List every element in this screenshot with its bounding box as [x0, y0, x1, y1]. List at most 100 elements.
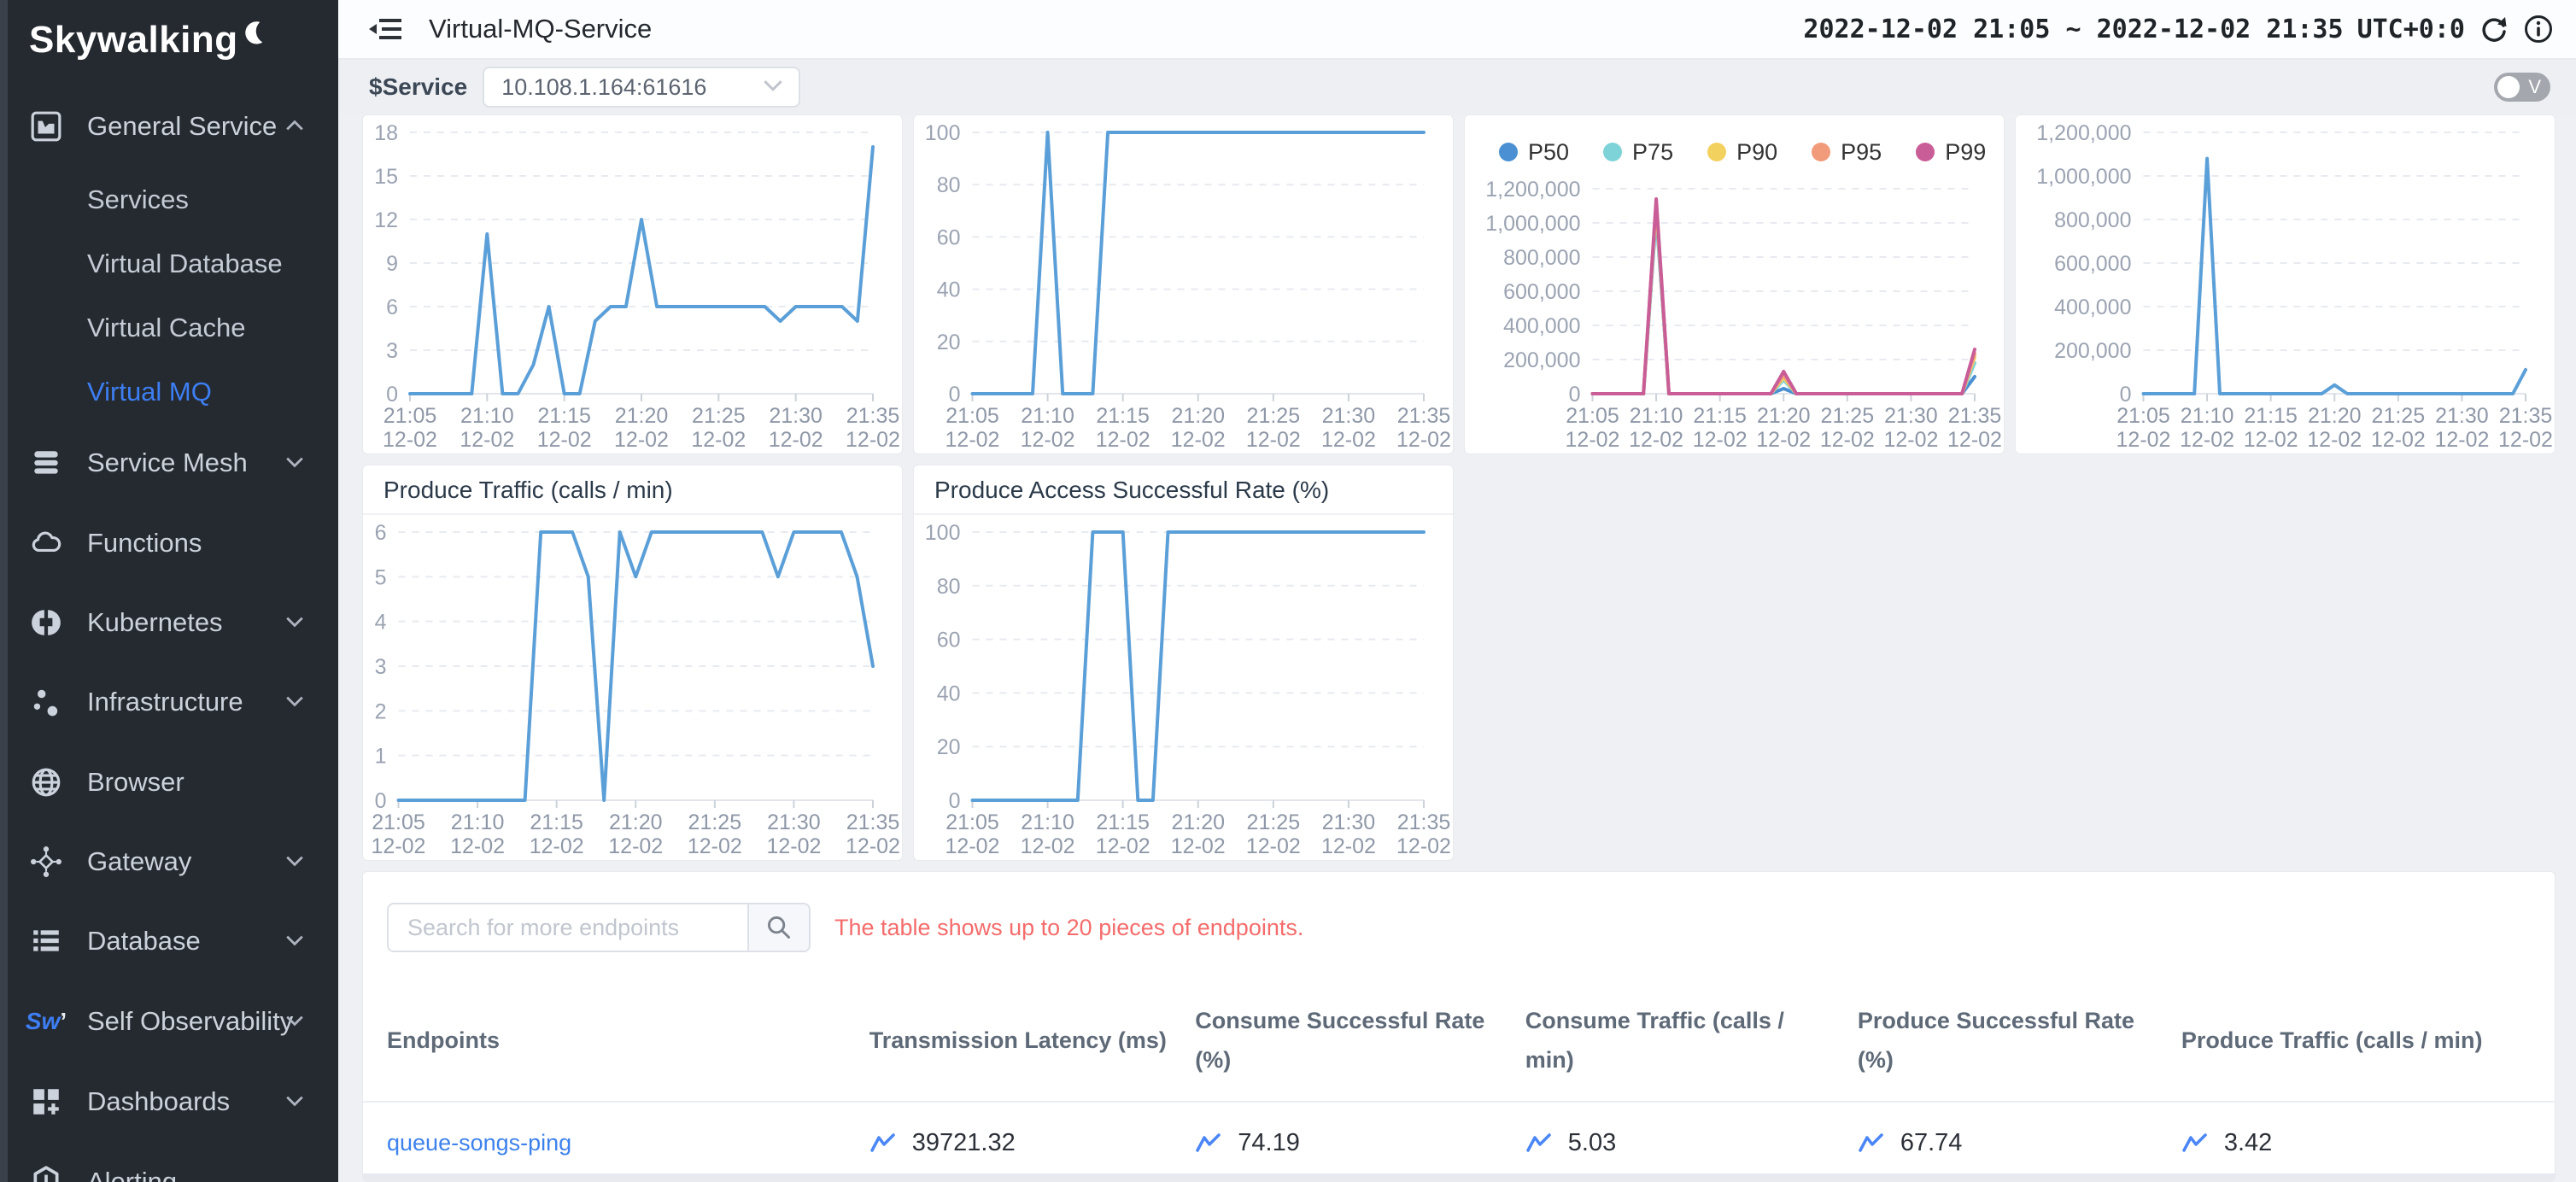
sidebar-item-alerting[interactable]: Alerting: [0, 1160, 338, 1182]
chevron-down-icon: [285, 616, 304, 632]
svg-text:21:30: 21:30: [2435, 404, 2489, 428]
svg-text:200,000: 200,000: [2054, 339, 2131, 363]
svg-text:21:35: 21:35: [1948, 404, 2002, 428]
sidebar-item-label: Self Observability: [87, 1006, 293, 1037]
page-title: Virtual-MQ-Service: [429, 14, 652, 44]
logo-text: Skywalking: [29, 19, 238, 61]
sidebar-item-self-observability[interactable]: Sw’ Self Observability: [0, 999, 338, 1044]
menu-fold-icon[interactable]: [369, 14, 403, 44]
svg-text:20: 20: [937, 735, 961, 759]
svg-text:21:25: 21:25: [1821, 404, 1875, 428]
svg-text:21:20: 21:20: [1171, 404, 1225, 428]
svg-text:12-02: 12-02: [1883, 428, 1938, 452]
time-range[interactable]: 2022-12-02 21:05 ~ 2022-12-02 21:35: [1803, 15, 2343, 44]
skywalking-logo: Skywalking: [29, 19, 266, 61]
sidebar-item-virtual-database[interactable]: Virtual Database: [0, 242, 338, 286]
line-chart[interactable]: 0200,000400,000600,000800,0001,000,0001,…: [1465, 172, 2004, 453]
svg-text:12-02: 12-02: [2116, 428, 2171, 452]
top-header: Virtual-MQ-Service 2022-12-02 21:05 ~ 20…: [338, 0, 2576, 60]
line-chart[interactable]: 0200,000400,000600,000800,0001,000,0001,…: [2016, 115, 2555, 453]
svg-text:21:05: 21:05: [383, 404, 437, 428]
svg-text:80: 80: [937, 173, 961, 197]
sidebar-item-infrastructure[interactable]: Infrastructure: [0, 680, 338, 724]
legend-item-p50[interactable]: P50: [1499, 139, 1569, 166]
gateway-network-icon: [29, 845, 63, 879]
svg-text:12-02: 12-02: [530, 834, 584, 858]
service-select[interactable]: 10.108.1.164:61616: [483, 67, 800, 108]
sidebar-item-gateway[interactable]: Gateway: [0, 840, 338, 884]
svg-text:21:15: 21:15: [2244, 404, 2298, 428]
svg-text:20: 20: [937, 331, 961, 354]
sidebar-item-kubernetes[interactable]: Kubernetes: [0, 600, 338, 645]
svg-text:12-02: 12-02: [1171, 428, 1226, 452]
line-chart[interactable]: 02040608010021:0512-0221:1012-0221:1512-…: [914, 115, 1453, 453]
legend-item-p90[interactable]: P90: [1707, 139, 1777, 166]
svg-text:12-02: 12-02: [846, 834, 900, 858]
sidebar-item-label: Virtual Cache: [87, 313, 246, 343]
sidebar: Skywalking General Service Services Virt…: [0, 0, 338, 1182]
svg-text:0: 0: [949, 789, 961, 813]
sidebar-item-functions[interactable]: Functions: [0, 521, 338, 565]
sidebar-item-label: Infrastructure: [87, 687, 243, 717]
svg-text:18: 18: [374, 121, 398, 145]
svg-text:400,000: 400,000: [1503, 314, 1580, 338]
sidebar-item-virtual-mq[interactable]: Virtual MQ: [0, 370, 338, 414]
line-chart[interactable]: 036912151821:0512-0221:1012-0221:1512-02…: [363, 115, 902, 453]
grid-plus-icon: [29, 1085, 63, 1119]
legend-dot: [1916, 143, 1935, 161]
svg-text:21:20: 21:20: [1171, 810, 1225, 834]
horizontal-scrollbar[interactable]: [363, 1173, 2555, 1181]
chevron-down-icon: [763, 79, 783, 97]
legend-item-p75[interactable]: P75: [1603, 139, 1673, 166]
view-toggle[interactable]: V: [2494, 73, 2550, 102]
legend-item-p99[interactable]: P99: [1916, 139, 1986, 166]
endpoint-link[interactable]: queue-songs-ping: [387, 1130, 869, 1156]
sidebar-item-label: Virtual Database: [87, 249, 283, 279]
svg-text:2: 2: [375, 699, 387, 723]
refresh-icon[interactable]: [2479, 14, 2509, 44]
endpoint-search-input[interactable]: [387, 903, 747, 952]
svg-text:21:15: 21:15: [1096, 404, 1150, 428]
svg-text:12-02: 12-02: [608, 834, 663, 858]
svg-text:12-02: 12-02: [383, 428, 437, 452]
sidebar-item-services[interactable]: Services: [0, 178, 338, 222]
svg-text:1,000,000: 1,000,000: [2036, 165, 2131, 189]
service-variable-label: $Service: [369, 73, 467, 101]
metric-cell: 39721.32: [869, 1129, 1196, 1157]
svg-text:21:30: 21:30: [1322, 810, 1376, 834]
line-chart[interactable]: 02040608010021:0512-0221:1012-0221:1512-…: [914, 515, 1453, 860]
svg-text:12-02: 12-02: [460, 428, 514, 452]
sidebar-item-dashboards[interactable]: Dashboards: [0, 1080, 338, 1124]
svg-text:12-02: 12-02: [1947, 428, 2002, 452]
dashboard-toolbar: $Service 10.108.1.164:61616 V: [338, 60, 2576, 114]
svg-text:9: 9: [386, 252, 398, 276]
sidebar-item-label: Functions: [87, 528, 202, 559]
info-icon[interactable]: [2523, 14, 2554, 44]
svg-text:1,200,000: 1,200,000: [1485, 178, 1580, 202]
svg-text:12-02: 12-02: [1820, 428, 1875, 452]
chart-card-produce-success-rate: Produce Access Successful Rate (%) 02040…: [913, 465, 1454, 861]
sidebar-item-database[interactable]: Database: [0, 919, 338, 963]
svg-text:12-02: 12-02: [1566, 428, 1620, 452]
alert-hexagon-icon: [29, 1165, 63, 1182]
svg-text:21:10: 21:10: [1021, 810, 1074, 834]
sidebar-item-general-service[interactable]: General Service: [0, 104, 338, 149]
sidebar-item-service-mesh[interactable]: Service Mesh: [0, 441, 338, 485]
col-endpoints: Endpoints: [387, 1021, 869, 1061]
svg-text:12-02: 12-02: [2434, 428, 2489, 452]
svg-text:12-02: 12-02: [2180, 428, 2234, 452]
toggle-label: V: [2528, 76, 2541, 98]
svg-text:12-02: 12-02: [1096, 834, 1150, 858]
svg-text:21:35: 21:35: [2499, 404, 2553, 428]
layers-icon: [29, 446, 63, 480]
sidebar-item-virtual-cache[interactable]: Virtual Cache: [0, 306, 338, 350]
chart-card-consume-successful-rate: 02040608010021:0512-0221:1012-0221:1512-…: [913, 114, 1454, 454]
legend-item-p95[interactable]: P95: [1812, 139, 1882, 166]
svg-text:3: 3: [375, 655, 387, 679]
svg-text:12-02: 12-02: [1693, 428, 1748, 452]
line-chart[interactable]: 012345621:0512-0221:1012-0221:1512-0221:…: [363, 515, 902, 860]
svg-text:21:20: 21:20: [2308, 404, 2362, 428]
svg-text:21:25: 21:25: [2372, 404, 2426, 428]
sidebar-item-browser[interactable]: Browser: [0, 760, 338, 805]
search-button[interactable]: [747, 903, 811, 952]
